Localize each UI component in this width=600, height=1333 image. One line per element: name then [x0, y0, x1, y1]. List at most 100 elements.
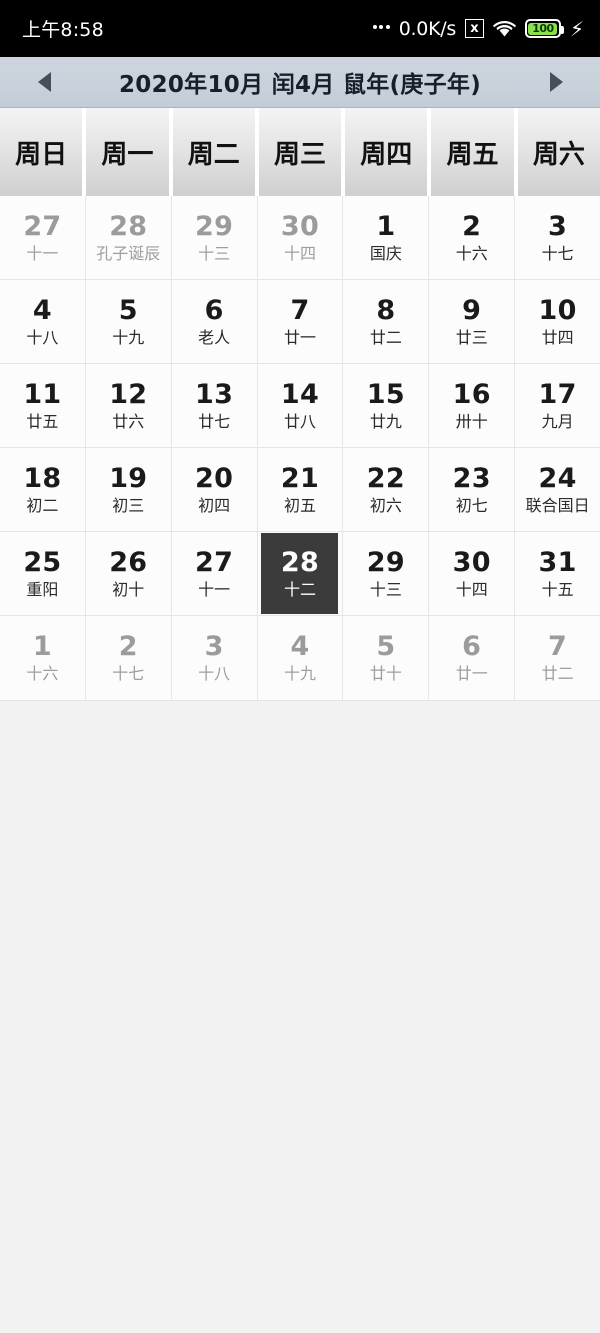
calendar-day-cell[interactable]: 4 十九	[257, 616, 344, 700]
calendar-day-cell[interactable]: 8 廿二	[343, 280, 430, 363]
calendar-day-cell[interactable]: 6 老人	[171, 280, 258, 363]
calendar-day-cell[interactable]: 6 廿一	[429, 616, 516, 700]
calendar-day-cell[interactable]: 20 初四	[171, 448, 258, 531]
calendar-app: 上午8:58 0.0K/s x 100 ⚡ 2020年10月 闰4月 鼠年(庚子…	[0, 0, 600, 1333]
calendar-day-cell[interactable]: 31 十五	[515, 532, 600, 615]
calendar-day-cell[interactable]: 28 孔子诞辰	[85, 196, 172, 279]
day-number: 28	[109, 210, 148, 242]
day-number: 2	[118, 631, 138, 663]
calendar-day-cell[interactable]: 13 廿七	[171, 364, 258, 447]
next-month-button[interactable]	[534, 60, 578, 104]
battery-level-label: 100	[532, 22, 554, 35]
day-lunar-label: 廿二	[369, 327, 402, 347]
calendar-day-cell[interactable]: 3 十七	[515, 196, 600, 279]
calendar-day-cell[interactable]: 30 十四	[429, 532, 516, 615]
day-number: 7	[290, 294, 310, 326]
chevron-left-icon	[37, 72, 51, 92]
wifi-icon	[492, 20, 516, 37]
day-lunar-label: 卅十	[455, 411, 488, 431]
calendar-day-cell[interactable]: 1 十六	[0, 616, 86, 700]
calendar-day-cell[interactable]: 11 廿五	[0, 364, 86, 447]
day-lunar-label: 老人	[198, 327, 231, 347]
day-lunar-label: 孔子诞辰	[96, 243, 161, 263]
day-lunar-label: 国庆	[369, 243, 402, 263]
day-lunar-label: 重阳	[26, 579, 59, 599]
day-lunar-label: 十四	[284, 243, 317, 263]
day-number: 10	[538, 294, 577, 326]
day-lunar-label: 十五	[541, 579, 574, 599]
weekday-header-cell-3: 周三	[258, 108, 346, 196]
calendar-day-cell[interactable]: 18 初二	[0, 448, 86, 531]
prev-month-button[interactable]	[22, 60, 66, 104]
calendar-day-cell[interactable]: 5 廿十	[343, 616, 430, 700]
weekday-header-cell-0: 周日	[0, 108, 87, 196]
day-lunar-label: 十六	[26, 664, 59, 684]
calendar-day-cell[interactable]: 9 廿三	[429, 280, 516, 363]
calendar-day-cell[interactable]: 22 初六	[343, 448, 430, 531]
page-title: 2020年10月 闰4月 鼠年(庚子年)	[118, 72, 482, 98]
day-lunar-label: 十七	[541, 243, 574, 263]
weekday-header-cell-4: 周四	[345, 108, 432, 196]
day-lunar-label: 联合国日	[525, 495, 590, 515]
day-number: 4	[32, 294, 52, 326]
day-number: 18	[23, 462, 62, 494]
day-lunar-label: 十一	[198, 579, 231, 599]
calendar-day-cell[interactable]: 25 重阳	[0, 532, 86, 615]
day-number: 22	[366, 462, 405, 494]
day-number: 24	[538, 462, 577, 494]
calendar-day-cell[interactable]: 19 初三	[85, 448, 172, 531]
calendar-day-cell[interactable]: 4 十八	[0, 280, 86, 363]
calendar-day-cell[interactable]: 29 十三	[171, 196, 258, 279]
calendar-day-cell[interactable]: 30 十四	[257, 196, 344, 279]
calendar-day-cell[interactable]: 29 十三	[343, 532, 430, 615]
day-number: 1	[32, 631, 52, 663]
day-lunar-label: 初十	[112, 579, 145, 599]
weekday-header-cell-5: 周五	[431, 108, 518, 196]
day-number: 28	[280, 546, 320, 578]
day-lunar-label: 十二	[284, 579, 317, 599]
calendar-day-cell[interactable]: 14 廿八	[257, 364, 344, 447]
calendar-day-cell[interactable]: 21 初五	[257, 448, 344, 531]
calendar-day-cell[interactable]: 7 廿一	[257, 280, 344, 363]
day-lunar-label: 廿六	[112, 411, 145, 431]
calendar-day-cell[interactable]: 7 廿二	[515, 616, 600, 700]
calendar-day-cell[interactable]: 2 十六	[429, 196, 516, 279]
calendar-day-cell[interactable]: 27 十一	[0, 196, 86, 279]
day-number: 15	[366, 378, 405, 410]
day-number: 21	[280, 462, 320, 494]
day-number: 31	[538, 546, 577, 578]
calendar-week-row: 11 廿五 12 廿六 13 廿七 14 廿八 15 廿九 16 卅十 17 九月	[0, 364, 600, 448]
calendar-day-cell[interactable]: 15 廿九	[343, 364, 430, 447]
calendar-day-cell[interactable]: 12 廿六	[85, 364, 172, 447]
calendar-day-cell[interactable]: 17 九月	[515, 364, 600, 447]
calendar-day-cell[interactable]: 10 廿四	[515, 280, 600, 363]
calendar-week-row: 18 初二 19 初三 20 初四 21 初五 22 初六 23 初七 24 联合国日	[0, 448, 600, 532]
battery-icon: 100	[524, 19, 564, 38]
x-box-icon: x	[464, 19, 484, 38]
empty-content-area	[0, 701, 600, 1333]
day-number: 29	[366, 546, 405, 578]
calendar-week-row: 27 十一 28 孔子诞辰 29 十三 30 十四 1 国庆 2 十六 3 十七	[0, 196, 600, 280]
day-number: 6	[462, 631, 482, 663]
day-lunar-label: 廿五	[26, 411, 59, 431]
weekday-header: 周日 周一 周二 周三 周四 周五 周六	[0, 108, 600, 196]
calendar-day-cell[interactable]: 26 初十	[85, 532, 172, 615]
calendar-day-cell[interactable]: 1 国庆	[343, 196, 430, 279]
calendar-day-cell[interactable]: 5 十九	[85, 280, 172, 363]
calendar-day-cell[interactable]: 3 十八	[171, 616, 258, 700]
day-lunar-label: 十七	[112, 664, 145, 684]
day-lunar-label: 廿一	[455, 664, 488, 684]
day-lunar-label: 十八	[198, 664, 231, 684]
calendar-day-cell[interactable]: 23 初七	[429, 448, 516, 531]
calendar-day-cell[interactable]: 16 卅十	[429, 364, 516, 447]
day-number: 30	[280, 210, 320, 242]
day-lunar-label: 十八	[26, 327, 59, 347]
day-number: 26	[109, 546, 148, 578]
calendar-day-cell[interactable]: 24 联合国日	[515, 448, 600, 531]
x-box-icon-glyph: x	[470, 21, 479, 36]
day-lunar-label: 廿七	[198, 411, 231, 431]
calendar-day-cell[interactable]: 27 十一	[171, 532, 258, 615]
calendar-day-cell[interactable]: 2 十七	[85, 616, 172, 700]
day-number: 25	[23, 546, 62, 578]
calendar-day-cell[interactable]: 28 十二	[257, 532, 344, 615]
